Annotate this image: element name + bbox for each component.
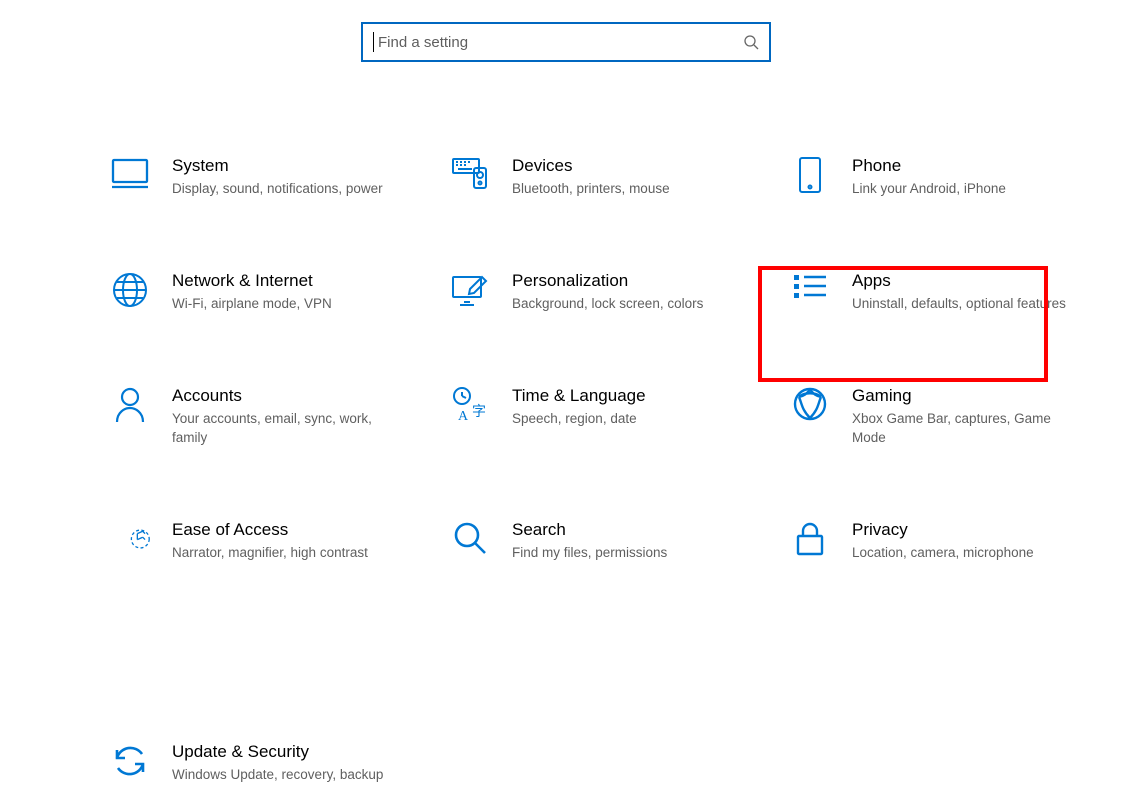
apps-icon [788,271,832,303]
tile-title: Search [512,520,772,540]
tile-update-security[interactable]: Update & Security Windows Update, recove… [100,736,440,790]
time-language-icon: A 字 [448,386,492,424]
tile-gaming[interactable]: Gaming Xbox Game Bar, captures, Game Mod… [780,380,1120,454]
tile-personalization[interactable]: Personalization Background, lock screen,… [440,265,780,320]
tile-title: Apps [852,271,1112,291]
tile-desc: Location, camera, microphone [852,544,1112,563]
tile-ease-of-access[interactable]: Ease of Access Narrator, magnifier, high… [100,514,440,676]
search-container [0,22,1132,62]
tile-desc: Xbox Game Bar, captures, Game Mode [852,410,1112,448]
search-tile-icon [448,520,492,556]
update-security-icon [108,742,152,780]
devices-icon [448,156,492,192]
tile-desc: Your accounts, email, sync, work, family [172,410,432,448]
tile-title: Network & Internet [172,271,432,291]
privacy-icon [788,520,832,558]
tile-desc: Wi-Fi, airplane mode, VPN [172,295,432,314]
tile-title: Ease of Access [172,520,432,540]
tile-desc: Speech, region, date [512,410,772,429]
tile-title: Update & Security [172,742,432,762]
tile-desc: Find my files, permissions [512,544,772,563]
tile-title: Privacy [852,520,1112,540]
settings-grid: System Display, sound, notifications, po… [0,150,1132,790]
tile-search[interactable]: Search Find my files, permissions [440,514,780,676]
tile-network[interactable]: Network & Internet Wi-Fi, airplane mode,… [100,265,440,320]
svg-text:A: A [458,409,469,424]
tile-time-language[interactable]: A 字 Time & Language Speech, region, date [440,380,780,454]
tile-desc: Display, sound, notifications, power [172,180,432,199]
tile-desc: Uninstall, defaults, optional features [852,295,1112,314]
tile-system[interactable]: System Display, sound, notifications, po… [100,150,440,205]
accounts-icon [108,386,152,424]
tile-desc: Link your Android, iPhone [852,180,1112,199]
tile-phone[interactable]: Phone Link your Android, iPhone [780,150,1120,205]
tile-title: Gaming [852,386,1112,406]
ease-of-access-icon [108,520,152,670]
tile-desc: Bluetooth, printers, mouse [512,180,772,199]
personalization-icon [448,271,492,307]
tile-accounts[interactable]: Accounts Your accounts, email, sync, wor… [100,380,440,454]
phone-icon [788,156,832,194]
network-icon [108,271,152,309]
tile-title: Phone [852,156,1112,176]
tile-title: Devices [512,156,772,176]
tile-desc: Background, lock screen, colors [512,295,772,314]
search-input[interactable] [376,33,743,52]
tile-devices[interactable]: Devices Bluetooth, printers, mouse [440,150,780,205]
gaming-icon [788,386,832,422]
svg-text:字: 字 [472,404,486,420]
tile-title: Time & Language [512,386,772,406]
tile-apps[interactable]: Apps Uninstall, defaults, optional featu… [780,265,1120,320]
tile-title: Accounts [172,386,432,406]
tile-privacy[interactable]: Privacy Location, camera, microphone [780,514,1120,676]
tile-desc: Narrator, magnifier, high contrast [172,544,432,563]
tile-desc: Windows Update, recovery, backup [172,766,432,785]
search-box[interactable] [361,22,771,62]
system-icon [108,156,152,190]
tile-title: System [172,156,432,176]
text-cursor [373,32,374,52]
tile-title: Personalization [512,271,772,291]
search-icon [743,34,759,50]
